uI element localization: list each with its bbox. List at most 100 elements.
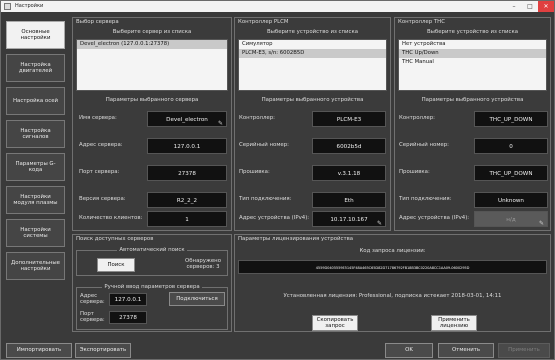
ok-button[interactable]: OK (385, 343, 433, 358)
plcm-firmware-value: v.3.1.18 (312, 165, 386, 181)
apply-license-button[interactable]: Применить лицензию (431, 315, 477, 331)
cancel-button[interactable]: Отменить (438, 343, 494, 358)
manual-address-label: Адрес сервера: (80, 293, 105, 306)
manual-entry-title: Ручной ввод параметров сервера (102, 284, 202, 290)
search-panel: Поиск доступных серверов Автоматический … (72, 234, 232, 332)
server-clients-label: Количество клиентов: (79, 215, 143, 221)
sidebar-item-gcode[interactable]: Параметры G-кода (6, 153, 65, 181)
thc-panel-title: Контроллер THC (398, 19, 445, 25)
import-button[interactable]: Импортировать (6, 343, 72, 358)
server-panel-title: Выбор сервера (76, 19, 119, 25)
thc-controller-row: Контроллер: THC_UP_DOWN (395, 111, 550, 127)
sidebar-item-system[interactable]: Настройки системы (6, 219, 65, 247)
sidebar: Основные настройки Настройка двигателей … (6, 21, 65, 285)
server-params-title: Параметры выбранного сервера (105, 97, 199, 103)
manual-port-label: Порт сервера: (80, 311, 105, 324)
plcm-firmware-label: Прошивка: (239, 169, 270, 175)
search-button[interactable]: Поиск (97, 258, 135, 272)
thc-serial-label: Серийный номер: (399, 142, 449, 148)
license-request-title: Код запроса лицензии: (359, 248, 426, 254)
sidebar-item-main-settings[interactable]: Основные настройки (6, 21, 65, 49)
window-title: Настройки (15, 3, 44, 9)
thc-firmware-value: THC_UP_DOWN (474, 165, 548, 181)
plcm-firmware-row: Прошивка: v.3.1.18 (235, 165, 390, 181)
plcm-serial-value: 6002b5d (312, 138, 386, 154)
thc-firmware-row: Прошивка: THC_UP_DOWN (395, 165, 550, 181)
close-icon[interactable]: ✕ (538, 1, 554, 12)
thc-device-list[interactable]: Нет устройства THC Up/Down THC Manual (398, 39, 547, 91)
thc-ip-field: н/д ✎ (474, 211, 548, 227)
server-list[interactable]: Devel_electron (127.0.0.1:27378) (76, 39, 228, 91)
installed-license-text: Установленная лицензия: Professional, по… (283, 293, 502, 299)
plcm-controller-row: Контроллер: PLCM-E3 (235, 111, 390, 127)
server-version-label: Версия сервера: (79, 196, 126, 202)
minimize-icon[interactable]: – (506, 1, 522, 12)
license-panel-title: Параметры лицензирования устройства (238, 236, 354, 242)
list-item[interactable]: THC Manual (399, 58, 546, 67)
thc-serial-row: Серийный номер: 0 (395, 138, 550, 154)
thc-firmware-label: Прошивка: (399, 169, 430, 175)
thc-serial-value: 0 (474, 138, 548, 154)
server-name-row: Имя сервера: Devel_electron ✎ (73, 111, 231, 127)
settings-window: Настройки – □ ✕ Основные настройки Настр… (0, 0, 555, 360)
auto-search-group: Автоматический поиск Поиск Обнаружено се… (76, 247, 228, 276)
server-name-field[interactable]: Devel_electron ✎ (147, 111, 227, 127)
thc-connection-row: Тип подключения: Unknown (395, 192, 550, 208)
license-panel: Параметры лицензирования устройства Код … (234, 234, 551, 332)
sidebar-item-axes[interactable]: Настройка осей (6, 87, 65, 115)
edit-icon[interactable]: ✎ (377, 216, 382, 232)
search-panel-title: Поиск доступных серверов (76, 236, 154, 242)
list-item[interactable]: THC Up/Down (399, 49, 546, 58)
plcm-params-title: Параметры выбранного устройства (261, 97, 364, 103)
server-address-value: 127.0.0.1 (147, 138, 227, 154)
server-port-label: Порт сервера: (79, 169, 120, 175)
edit-icon: ✎ (538, 220, 544, 227)
plcm-ip-row: Адрес устройства (IPv4): 10.17.10.167 ✎ (235, 211, 390, 227)
plcm-ip-field[interactable]: 10.17.10.167 ✎ (312, 211, 386, 227)
server-panel: Выбор сервера Выберите сервер из списка … (72, 17, 232, 231)
sidebar-item-signals[interactable]: Настройка сигналов (6, 120, 65, 148)
servers-found-text: Обнаружено серверов: 3 (184, 258, 221, 271)
plcm-controller-value: PLCM-E3 (312, 111, 386, 127)
thc-params-title: Параметры выбранного устройства (421, 97, 524, 103)
thc-controller-label: Контроллер: (399, 115, 435, 121)
plcm-controller-label: Контроллер: (239, 115, 275, 121)
plcm-panel-title: Контроллер PLCM (238, 19, 289, 25)
list-item[interactable]: Devel_electron (127.0.0.1:27378) (77, 40, 227, 49)
list-item[interactable]: Симулятор (239, 40, 386, 49)
server-version-value: R2_2_2 (147, 192, 227, 208)
server-port-row: Порт сервера: 27378 (73, 165, 231, 181)
export-button[interactable]: Экспортировать (75, 343, 131, 358)
license-request-code[interactable]: 4559D0405559E5145F48A465C65D82D71786792F… (238, 260, 547, 274)
sidebar-item-motors[interactable]: Настройка двигателей (6, 54, 65, 82)
thc-connection-value: Unknown (474, 192, 548, 208)
connect-button[interactable]: Подключиться (169, 292, 225, 306)
title-bar: Настройки – □ ✕ (1, 1, 554, 12)
plcm-panel: Контроллер PLCM Выберите устройство из с… (234, 17, 391, 231)
edit-icon[interactable]: ✎ (218, 116, 223, 132)
sidebar-item-additional[interactable]: Дополнительные настройки (6, 252, 65, 280)
plcm-connection-label: Тип подключения: (239, 196, 292, 202)
thc-panel: Контроллер THC Выберите устройство из сп… (394, 17, 551, 231)
plcm-connection-value: Eth (312, 192, 386, 208)
server-address-row: Адрес сервера: 127.0.0.1 (73, 138, 231, 154)
auto-search-title: Автоматический поиск (117, 247, 187, 253)
sidebar-item-plasma[interactable]: Настройки модуля плазмы (6, 186, 65, 214)
list-item[interactable]: Нет устройства (399, 40, 546, 49)
server-clients-row: Количество клиентов: 1 (73, 211, 231, 227)
app-icon (4, 3, 11, 10)
manual-address-input[interactable]: 127.0.0.1 (109, 293, 147, 306)
plcm-serial-label: Серийный номер: (239, 142, 289, 148)
list-item[interactable]: PLCM-E3, s/n: 6002B5D (239, 49, 386, 58)
apply-button: Применить (498, 343, 550, 358)
server-port-value: 27378 (147, 165, 227, 181)
plcm-ip-label: Адрес устройства (IPv4): (239, 215, 310, 221)
manual-entry-group: Ручной ввод параметров сервера Адрес сер… (76, 284, 228, 330)
manual-port-input[interactable]: 27378 (109, 311, 147, 324)
maximize-icon[interactable]: □ (522, 1, 538, 12)
plcm-connection-row: Тип подключения: Eth (235, 192, 390, 208)
plcm-serial-row: Серийный номер: 6002b5d (235, 138, 390, 154)
server-address-label: Адрес сервера: (79, 142, 123, 148)
plcm-device-list[interactable]: Симулятор PLCM-E3, s/n: 6002B5D (238, 39, 387, 91)
copy-request-button[interactable]: Скопировать запрос (312, 315, 358, 331)
